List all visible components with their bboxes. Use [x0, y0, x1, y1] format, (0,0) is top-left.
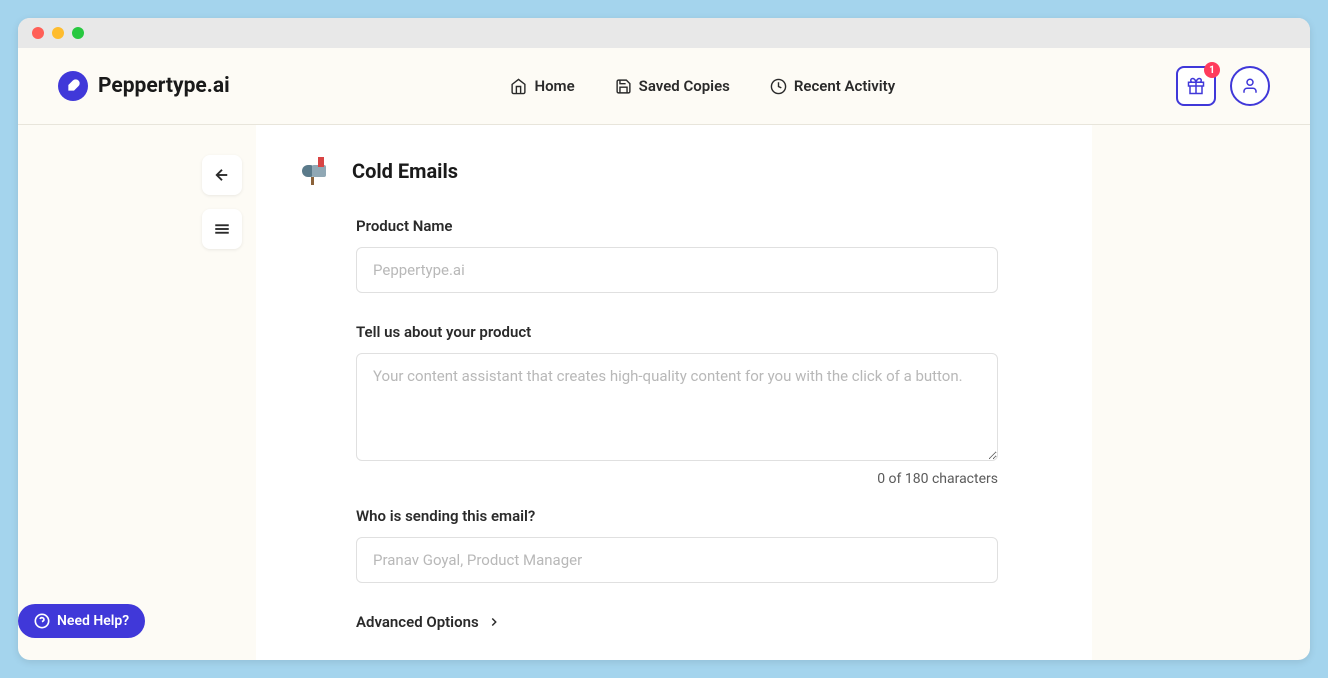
- nav: Home Saved Copies Recent Activity: [510, 77, 895, 95]
- menu-button[interactable]: [202, 209, 242, 249]
- main-panel: Cold Emails Product Name Tell us about y…: [256, 125, 1092, 660]
- about-section: Tell us about your product 0 of 180 char…: [356, 323, 1052, 487]
- minimize-window-icon[interactable]: [52, 27, 64, 39]
- menu-icon: [213, 220, 231, 238]
- advanced-options-toggle[interactable]: Advanced Options: [356, 613, 1052, 631]
- app-window: Peppertype.ai Home Saved Copies Recent A…: [18, 18, 1310, 660]
- logo[interactable]: Peppertype.ai: [58, 71, 230, 101]
- content-area: Cold Emails Product Name Tell us about y…: [18, 125, 1310, 660]
- feather-logo-icon: [58, 71, 88, 101]
- header: Peppertype.ai Home Saved Copies Recent A…: [18, 48, 1310, 125]
- arrow-left-icon: [213, 166, 231, 184]
- nav-home-label: Home: [534, 77, 574, 95]
- titlebar: [18, 18, 1310, 48]
- page-title: Cold Emails: [352, 159, 458, 183]
- gift-button[interactable]: 1: [1176, 66, 1216, 106]
- sender-section: Who is sending this email?: [356, 507, 1052, 583]
- sender-label: Who is sending this email?: [356, 507, 1052, 525]
- product-name-label: Product Name: [356, 217, 1052, 235]
- product-name-input[interactable]: [356, 247, 998, 293]
- nav-saved[interactable]: Saved Copies: [615, 77, 730, 95]
- close-window-icon[interactable]: [32, 27, 44, 39]
- nav-recent-label: Recent Activity: [794, 77, 895, 95]
- form: Product Name Tell us about your product …: [296, 217, 1052, 660]
- nav-saved-label: Saved Copies: [639, 77, 730, 95]
- home-icon: [510, 78, 527, 95]
- clock-icon: [770, 78, 787, 95]
- sender-input[interactable]: [356, 537, 998, 583]
- gift-icon: [1187, 77, 1205, 95]
- chevron-right-icon: [487, 615, 501, 629]
- user-icon: [1241, 77, 1259, 95]
- user-button[interactable]: [1230, 66, 1270, 106]
- sidebar: [18, 125, 256, 660]
- nav-recent[interactable]: Recent Activity: [770, 77, 895, 95]
- save-icon: [615, 78, 632, 95]
- maximize-window-icon[interactable]: [72, 27, 84, 39]
- char-count: 0 of 180 characters: [356, 471, 998, 487]
- page-header: Cold Emails: [296, 153, 1052, 189]
- help-button[interactable]: Need Help?: [18, 604, 145, 638]
- product-name-section: Product Name: [356, 217, 1052, 293]
- notification-badge: 1: [1204, 62, 1220, 78]
- brand-name: Peppertype.ai: [98, 74, 230, 98]
- about-label: Tell us about your product: [356, 323, 1052, 341]
- mailbox-icon: [296, 153, 332, 189]
- help-icon: [34, 613, 50, 629]
- back-button[interactable]: [202, 155, 242, 195]
- header-actions: 1: [1176, 66, 1270, 106]
- nav-home[interactable]: Home: [510, 77, 574, 95]
- help-label: Need Help?: [57, 613, 129, 629]
- advanced-label: Advanced Options: [356, 613, 479, 631]
- about-input[interactable]: [356, 353, 998, 461]
